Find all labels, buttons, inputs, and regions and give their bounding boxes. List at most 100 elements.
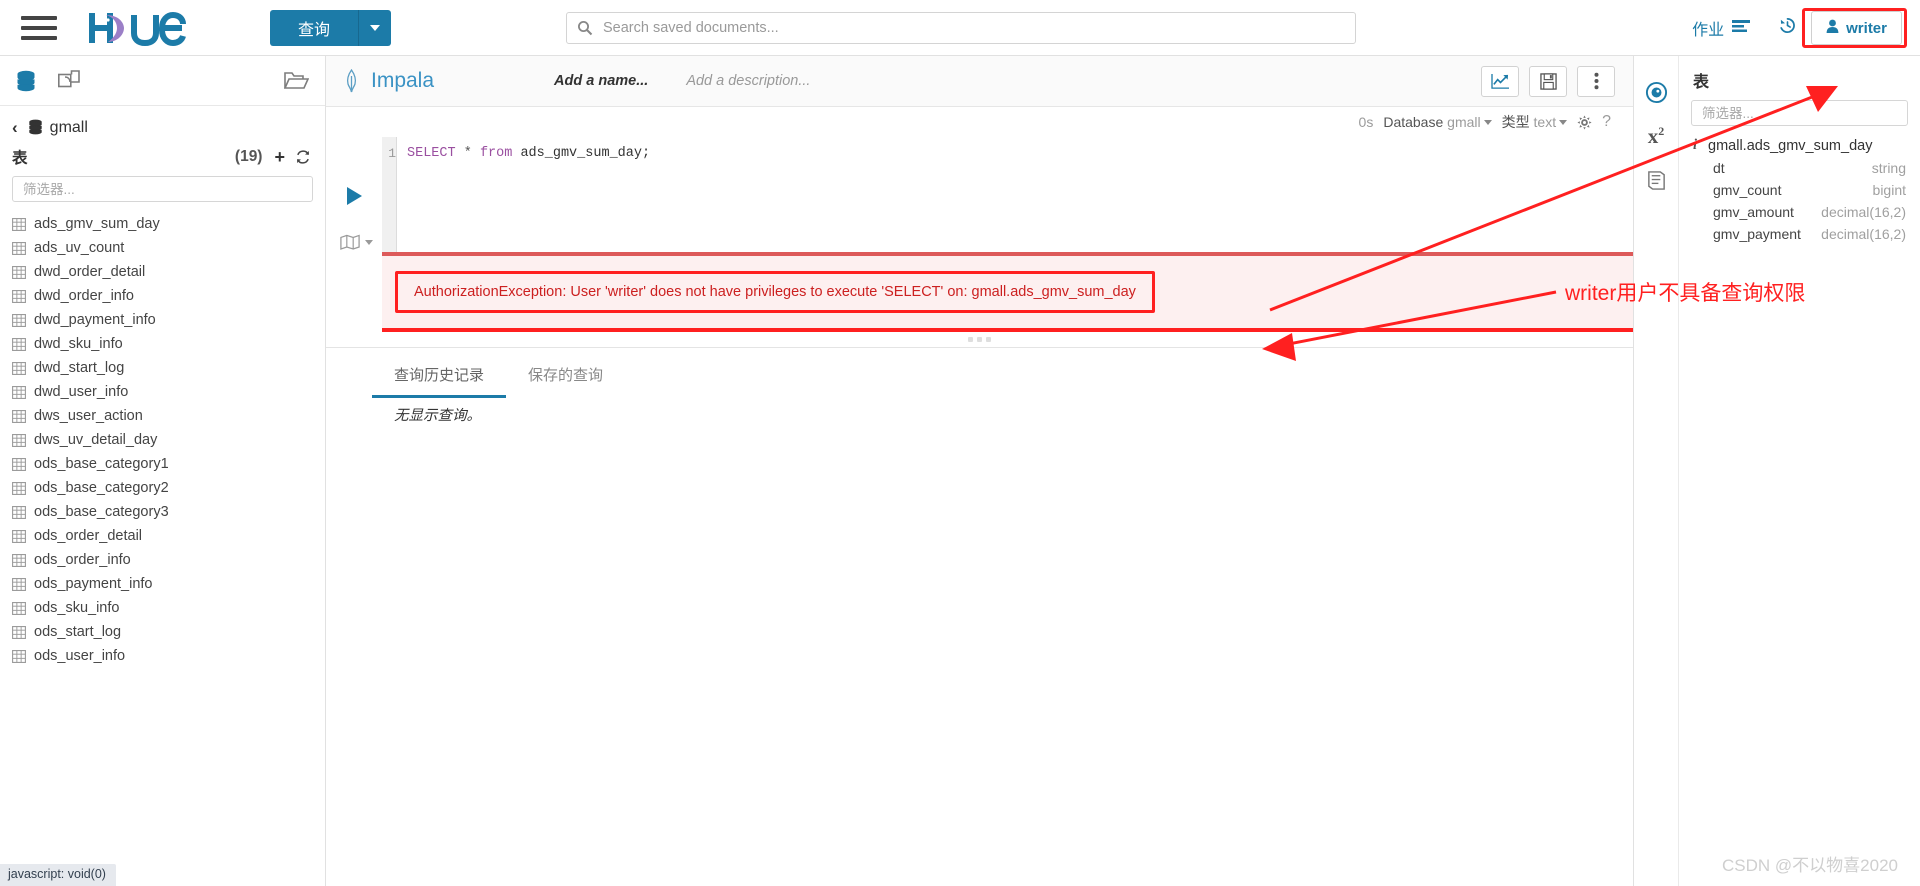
open-folder-icon[interactable] <box>284 70 309 91</box>
table-list-item-label: ods_sku_info <box>34 600 120 616</box>
table-list-item[interactable]: dwd_order_detail <box>0 260 325 284</box>
table-filter-field[interactable] <box>12 176 313 202</box>
database-selector[interactable]: Database gmall <box>1383 114 1492 130</box>
engine-name-label: Impala <box>371 69 435 92</box>
right-filter-field[interactable] <box>1691 100 1908 126</box>
table-grid-icon <box>12 217 26 231</box>
hue-logo[interactable] <box>86 8 214 48</box>
table-grid-icon <box>12 553 26 567</box>
play-triangle-icon[interactable] <box>346 186 364 211</box>
jobs-button[interactable]: 作业 <box>1678 16 1764 40</box>
table-list-item-label: ods_user_info <box>34 648 126 664</box>
table-list-item[interactable]: dwd_start_log <box>0 356 325 380</box>
table-list-item[interactable]: ods_start_log <box>0 620 325 644</box>
table-list-item[interactable]: ods_order_detail <box>0 524 325 548</box>
hamburger-line <box>21 25 57 30</box>
back-chevron-icon[interactable]: ‹ <box>12 118 18 138</box>
question-mark-icon[interactable]: ? <box>1602 113 1611 131</box>
top-navigation-bar: 查询 作业 writer <box>0 0 1920 56</box>
column-name: gmv_amount <box>1713 204 1794 220</box>
table-grid-icon <box>12 505 26 519</box>
add-table-icon[interactable]: + <box>274 147 285 168</box>
query-description-input[interactable]: Add a description... <box>686 73 810 89</box>
table-list-item[interactable]: dws_uv_detail_day <box>0 428 325 452</box>
database-icon[interactable] <box>16 70 36 92</box>
assist-panel-header <box>0 56 325 106</box>
editor-header: Impala Add a name... Add a description..… <box>326 56 1633 107</box>
table-list-item[interactable]: dwd_user_info <box>0 380 325 404</box>
sql-keyword-from: from <box>479 146 513 161</box>
table-grid-icon <box>12 361 26 375</box>
hamburger-icon[interactable] <box>18 10 60 46</box>
table-list-item-label: dwd_user_info <box>34 384 129 400</box>
table-list-item[interactable]: ods_sku_info <box>0 596 325 620</box>
type-selector[interactable]: 类型 text <box>1502 112 1568 132</box>
table-list-item[interactable]: dwd_sku_info <box>0 332 325 356</box>
table-list-item[interactable]: dws_user_action <box>0 404 325 428</box>
compass-assist-icon[interactable] <box>1634 70 1678 114</box>
table-list-item-label: ods_start_log <box>34 624 122 640</box>
table-list-item-label: ods_order_detail <box>34 528 143 544</box>
column-row[interactable]: dt string <box>1679 157 1920 179</box>
floppy-save-icon[interactable] <box>1529 65 1567 97</box>
search-icon <box>577 20 593 36</box>
database-small-icon <box>28 119 43 137</box>
query-name-input[interactable]: Add a name... <box>554 73 648 89</box>
table-grid-icon <box>12 265 26 279</box>
column-name: gmv_payment <box>1713 226 1801 242</box>
table-grid-icon <box>12 625 26 639</box>
history-tabs: 查询历史记录 保存的查询 <box>372 358 625 398</box>
map-fold-icon[interactable] <box>340 234 373 250</box>
panel-resize-handle[interactable] <box>326 332 1633 348</box>
table-grid-icon <box>12 337 26 351</box>
gear-icon[interactable] <box>1577 114 1592 130</box>
right-columns-list: dt string gmv_count bigint gmv_amount decimal… <box>1679 157 1920 245</box>
search-input[interactable] <box>601 19 1345 37</box>
history-button[interactable] <box>1764 16 1811 40</box>
table-list-item[interactable]: ods_base_category1 <box>0 452 325 476</box>
right-filter-input[interactable] <box>1700 104 1899 122</box>
right-table-entry[interactable]: i gmall.ads_gmv_sum_day <box>1679 136 1920 157</box>
jobs-label: 作业 <box>1692 22 1725 39</box>
error-panel: AuthorizationException: User 'writer' do… <box>382 256 1633 328</box>
documents-copy-icon[interactable] <box>58 69 80 92</box>
table-grid-icon <box>12 457 26 471</box>
history-tab[interactable]: 查询历史记录 <box>372 358 507 398</box>
table-list-item[interactable]: dwd_payment_info <box>0 308 325 332</box>
table-filter-input[interactable] <box>21 180 304 198</box>
table-list-item[interactable]: ods_base_category3 <box>0 500 325 524</box>
history-tab[interactable]: 保存的查询 <box>506 358 625 398</box>
search-documents-field[interactable] <box>566 12 1356 44</box>
elapsed-time-label: 0s <box>1358 114 1374 130</box>
info-icon[interactable]: i <box>1693 137 1697 154</box>
table-list-item[interactable]: ods_base_category2 <box>0 476 325 500</box>
column-type: bigint <box>1872 182 1906 198</box>
tables-count: (19) <box>234 148 263 165</box>
table-grid-icon <box>12 385 26 399</box>
table-list-item[interactable]: ads_uv_count <box>0 236 325 260</box>
database-breadcrumb[interactable]: ‹ gmall <box>0 106 325 144</box>
chevron-down-icon <box>370 24 381 31</box>
tables-section-header: 表 (19) + <box>0 144 325 176</box>
column-row[interactable]: gmv_payment decimal(16,2) <box>1679 223 1920 245</box>
query-editor-area: Impala Add a name... Add a description..… <box>326 56 1633 886</box>
column-row[interactable]: gmv_amount decimal(16,2) <box>1679 201 1920 223</box>
user-menu-button[interactable]: writer <box>1811 11 1902 45</box>
query-dropdown-caret[interactable] <box>359 9 392 46</box>
table-list-item[interactable]: ods_user_info <box>0 644 325 668</box>
query-button-group[interactable]: 查询 <box>270 9 392 46</box>
column-row[interactable]: gmv_count bigint <box>1679 179 1920 201</box>
x-squared-function-icon[interactable]: x2 <box>1634 114 1678 158</box>
vertical-dots-icon[interactable] <box>1577 65 1615 97</box>
chart-line-icon[interactable] <box>1481 65 1519 97</box>
table-grid-icon <box>12 481 26 495</box>
table-list-item[interactable]: ads_gmv_sum_day <box>0 212 325 236</box>
refresh-icon[interactable] <box>295 149 311 165</box>
table-list-item[interactable]: dwd_order_info <box>0 284 325 308</box>
table-list-item[interactable]: ods_payment_info <box>0 572 325 596</box>
hamburger-line <box>21 15 57 20</box>
table-list-item[interactable]: ods_order_info <box>0 548 325 572</box>
table-list-item-label: dws_uv_detail_day <box>34 432 158 448</box>
query-button[interactable]: 查询 <box>270 9 360 46</box>
book-docs-icon[interactable] <box>1634 158 1678 202</box>
